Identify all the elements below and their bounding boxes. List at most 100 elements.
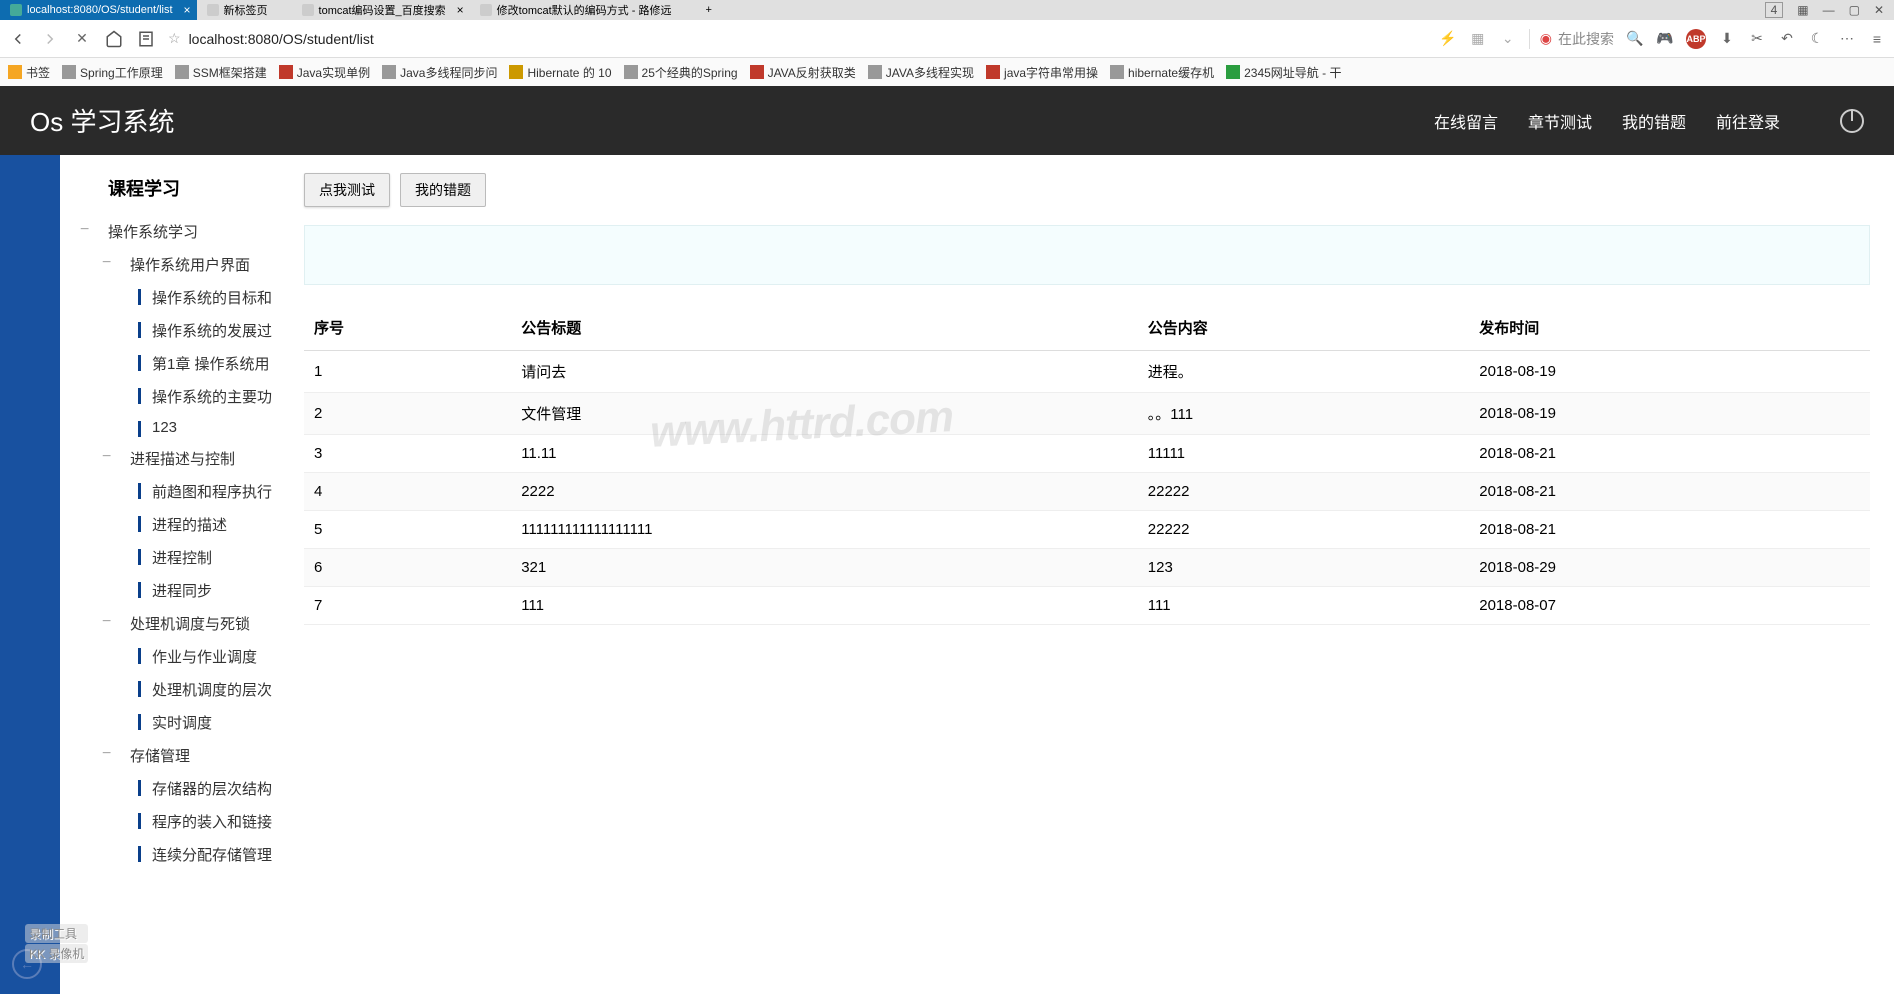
menu-icon[interactable]: ≡ — [1868, 30, 1886, 48]
flash-icon[interactable]: ⚡ — [1439, 30, 1457, 48]
tree-item[interactable]: 作业与作业调度 — [60, 640, 280, 673]
scissors-icon[interactable]: ✂ — [1748, 30, 1766, 48]
table-cell: 7 — [304, 587, 511, 625]
bookmark-item[interactable]: Java多线程同步问 — [382, 64, 497, 81]
game-icon[interactable]: 🎮 — [1656, 30, 1674, 48]
bookmark-item[interactable]: hibernate缓存机 — [1110, 64, 1214, 81]
nav-link-3[interactable]: 前往登录 — [1716, 109, 1780, 133]
table-cell: 请问去 — [511, 351, 1138, 393]
tree-item[interactable]: 前趋图和程序执行 — [60, 475, 280, 508]
table-header: 发布时间 — [1469, 305, 1870, 351]
bookmark-item[interactable]: 2345网址导航 - 干 — [1226, 64, 1341, 81]
tree-item[interactable]: 操作系统的主要功 — [60, 380, 280, 413]
stop-button[interactable]: ✕ — [72, 29, 92, 49]
bookmark-item[interactable]: Spring工作原理 — [62, 64, 163, 81]
table-cell: 123 — [1138, 549, 1469, 587]
tree-item[interactable]: 进程同步 — [60, 574, 280, 607]
tab-favicon-icon — [207, 4, 219, 16]
close-tab-icon[interactable]: × — [184, 3, 191, 17]
table-cell: 111 — [511, 587, 1138, 625]
tree-item[interactable]: 处理机调度与死锁 — [60, 607, 280, 640]
tree-item[interactable]: 操作系统的目标和 — [60, 281, 280, 314]
tree-item[interactable]: 连续分配存储管理 — [60, 838, 280, 871]
table-cell: 2222 — [511, 473, 1138, 511]
nav-link-0[interactable]: 在线留言 — [1434, 109, 1498, 133]
tree-item[interactable]: 实时调度 — [60, 706, 280, 739]
my-wrongs-button[interactable]: 我的错题 — [400, 173, 486, 207]
table-cell: 3 — [304, 435, 511, 473]
browser-tab-3[interactable]: 修改tomcat默认的编码方式 - 路修远 — [470, 0, 696, 20]
back-button[interactable] — [8, 29, 28, 49]
tree-item[interactable]: 进程的描述 — [60, 508, 280, 541]
adblock-icon[interactable]: ABP — [1686, 29, 1706, 49]
bookmark-item[interactable]: Java实现单例 — [279, 64, 370, 81]
moon-icon[interactable]: ☾ — [1808, 30, 1826, 48]
table-row: 63211232018-08-29 — [304, 549, 1870, 587]
browser-tab-0[interactable]: localhost:8080/OS/student/list× — [0, 0, 197, 20]
bookmark-label: 书签 — [26, 64, 50, 81]
reader-icon[interactable] — [136, 29, 156, 49]
table-header: 序号 — [304, 305, 511, 351]
address-bar[interactable]: localhost:8080/OS/student/list — [189, 31, 1427, 47]
new-tab-button[interactable]: + — [695, 0, 735, 20]
bookmark-item[interactable]: JAVA多线程实现 — [868, 64, 974, 81]
tree-item[interactable]: 进程描述与控制 — [60, 442, 280, 475]
sidebar: 课程学习 操作系统学习操作系统用户界面操作系统的目标和操作系统的发展过第1章 操… — [60, 155, 280, 994]
bookmark-item[interactable]: 书签 — [8, 64, 50, 81]
bookmark-star-icon[interactable]: ☆ — [168, 30, 181, 47]
bookmark-label: SSM框架搭建 — [193, 64, 267, 81]
bookmark-label: Spring工作原理 — [80, 64, 163, 81]
forward-button[interactable] — [40, 29, 60, 49]
nav-link-1[interactable]: 章节测试 — [1528, 109, 1592, 133]
table-cell: 文件管理 — [511, 393, 1138, 435]
tree-item[interactable]: 处理机调度的层次 — [60, 673, 280, 706]
bookmark-item[interactable]: SSM框架搭建 — [175, 64, 267, 81]
table-cell: 2018-08-21 — [1469, 511, 1870, 549]
tree-item[interactable]: 存储器的层次结构 — [60, 772, 280, 805]
tree-item[interactable]: 操作系统用户界面 — [60, 248, 280, 281]
main-content: 点我测试 我的错题 序号公告标题公告内容发布时间 1请问去进程。2018-08-… — [280, 155, 1894, 994]
download-icon[interactable]: ⬇ — [1718, 30, 1736, 48]
tree-item[interactable]: 存储管理 — [60, 739, 280, 772]
home-button[interactable] — [104, 29, 124, 49]
bookmark-item[interactable]: Hibernate 的 10 — [509, 64, 611, 81]
table-cell: 22222 — [1138, 511, 1469, 549]
back-circle-button[interactable]: ← — [12, 949, 42, 979]
bookmark-item[interactable]: JAVA反射获取类 — [750, 64, 856, 81]
bookmark-item[interactable]: java字符串常用操 — [986, 64, 1098, 81]
tab-counter[interactable]: 4 — [1765, 2, 1784, 18]
close-window-icon[interactable]: ✕ — [1874, 3, 1884, 17]
close-tab-icon[interactable]: × — [457, 3, 464, 17]
search-engine-box[interactable]: ◉ 在此搜索 — [1529, 29, 1614, 49]
bookmark-favicon-icon — [279, 65, 293, 79]
search-icon[interactable]: 🔍 — [1626, 30, 1644, 48]
browser-tab-2[interactable]: tomcat编码设置_百度搜索× — [292, 0, 470, 20]
tree-item[interactable]: 程序的装入和链接 — [60, 805, 280, 838]
tree-item[interactable]: 第1章 操作系统用 — [60, 347, 280, 380]
test-me-button[interactable]: 点我测试 — [304, 173, 390, 207]
chevron-down-icon[interactable]: ⌄ — [1499, 30, 1517, 48]
tree-item[interactable]: 操作系统的发展过 — [60, 314, 280, 347]
minimize-icon[interactable]: — — [1823, 3, 1835, 17]
maximize-icon[interactable]: ▢ — [1849, 3, 1860, 17]
undo-icon[interactable]: ↶ — [1778, 30, 1796, 48]
browser-tab-1[interactable]: 新标签页 — [197, 0, 292, 20]
tree-item[interactable]: 进程控制 — [60, 541, 280, 574]
power-icon[interactable] — [1840, 109, 1864, 133]
nav-link-2[interactable]: 我的错题 — [1622, 109, 1686, 133]
app-body: ← 课程学习 操作系统学习操作系统用户界面操作系统的目标和操作系统的发展过第1章… — [0, 155, 1894, 994]
bookmark-item[interactable]: 25个经典的Spring — [624, 64, 738, 81]
blue-sidebar-strip: ← — [0, 155, 60, 994]
table-cell: 。。111 — [1138, 393, 1469, 435]
button-row: 点我测试 我的错题 — [304, 173, 1870, 207]
grid-icon[interactable]: ▦ — [1797, 3, 1808, 17]
tree-item[interactable]: 操作系统学习 — [60, 215, 280, 248]
qr-icon[interactable]: ▦ — [1469, 30, 1487, 48]
bookmark-favicon-icon — [986, 65, 1000, 79]
bookmark-label: Hibernate 的 10 — [527, 64, 611, 81]
table-cell: 22222 — [1138, 473, 1469, 511]
bookmark-label: Java实现单例 — [297, 64, 370, 81]
more-icon[interactable]: ⋯ — [1838, 30, 1856, 48]
tree-item[interactable]: 123 — [60, 413, 280, 442]
table-row: 5111111111111111111222222018-08-21 — [304, 511, 1870, 549]
